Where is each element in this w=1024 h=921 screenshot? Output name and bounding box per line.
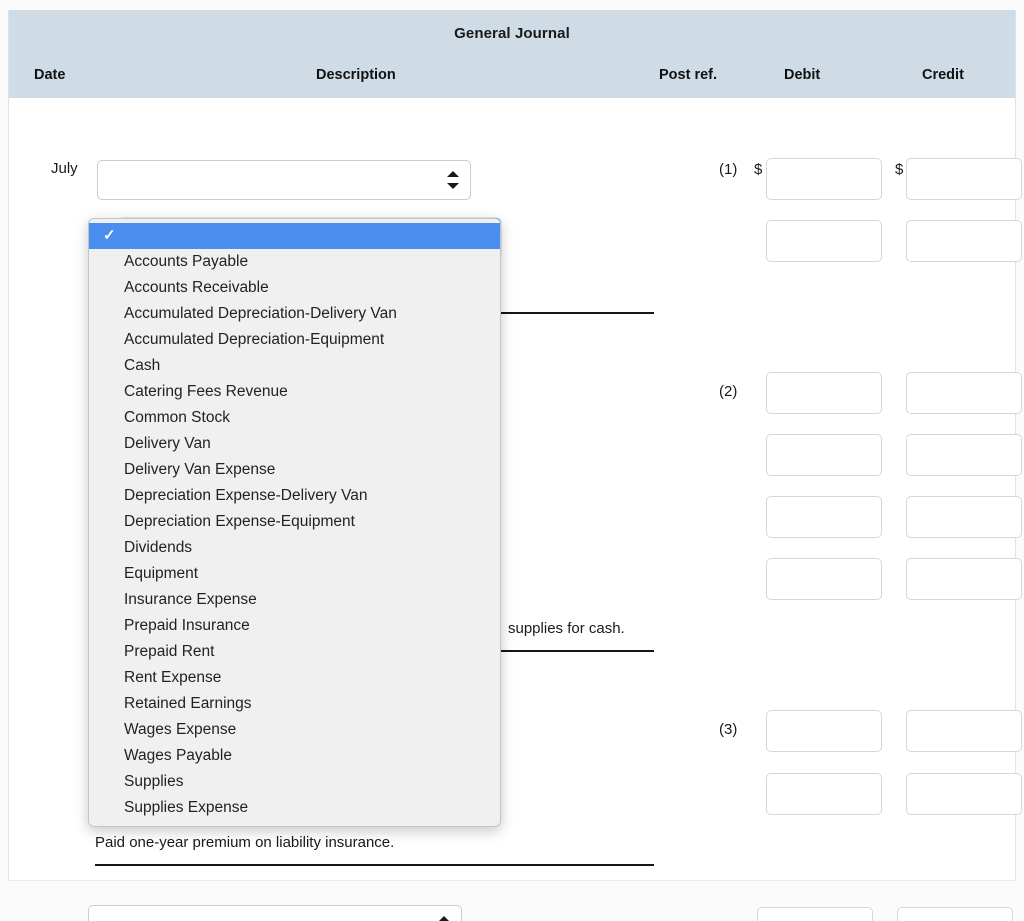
column-header-post-ref: Post ref. (659, 67, 718, 83)
entry-4-debit-input-row-1[interactable] (757, 907, 873, 921)
entry-3-debit-input-row-1[interactable] (766, 710, 882, 752)
dropdown-option[interactable]: Accounts Receivable (89, 275, 500, 301)
entry-1-credit-input-row-2[interactable] (906, 220, 1022, 262)
entry-2-credit-input-row-2[interactable] (906, 434, 1022, 476)
entry-1-debit-input-row-1[interactable] (766, 158, 882, 200)
entry-2-debit-input-row-1[interactable] (766, 372, 882, 414)
column-header-description: Description (316, 67, 396, 83)
dropdown-option[interactable]: Depreciation Expense-Equipment (89, 509, 500, 535)
entry-3-credit-input-row-1[interactable] (906, 710, 1022, 752)
dropdown-option[interactable]: Equipment (89, 561, 500, 587)
entry-2-number: (2) (719, 383, 738, 400)
dropdown-option-label: Delivery Van (124, 435, 211, 452)
dropdown-option-label: Accumulated Depreciation-Equipment (124, 331, 385, 348)
dropdown-option-label: Supplies (124, 773, 184, 790)
dropdown-option[interactable]: Supplies (89, 769, 500, 795)
dropdown-option[interactable]: Accumulated Depreciation-Equipment (89, 327, 500, 353)
entry-1-number: (1) (719, 161, 738, 178)
dropdown-option[interactable]: Depreciation Expense-Delivery Van (89, 483, 500, 509)
dropdown-option-label: Catering Fees Revenue (124, 383, 288, 400)
column-header-debit: Debit (784, 67, 821, 83)
section-divider (8, 880, 1016, 881)
entry-3-number: (3) (719, 721, 738, 738)
dropdown-option[interactable]: Catering Fees Revenue (89, 379, 500, 405)
dropdown-option[interactable]: Wages Payable (89, 743, 500, 769)
entry-2-memo: supplies for cash. (508, 620, 625, 637)
dropdown-option[interactable]: Retained Earnings (89, 691, 500, 717)
dropdown-option-label: Delivery Van Expense (124, 461, 276, 478)
dropdown-option[interactable]: Delivery Van (89, 431, 500, 457)
dropdown-option[interactable]: Delivery Van Expense (89, 457, 500, 483)
dropdown-option[interactable]: Insurance Expense (89, 587, 500, 613)
dropdown-option-label: Rent Expense (124, 669, 222, 686)
entry-2-credit-input-row-4[interactable] (906, 558, 1022, 600)
dropdown-option[interactable]: Accounts Payable (89, 249, 500, 275)
entry-4-account-select-row-1[interactable] (88, 905, 462, 921)
dropdown-option-label: Insurance Expense (124, 591, 257, 608)
entry-2-debit-input-row-3[interactable] (766, 496, 882, 538)
entry-1-debit-currency: $ (754, 161, 763, 178)
dropdown-option-label: Accounts Payable (124, 253, 249, 270)
dropdown-option-label: Wages Payable (124, 747, 232, 764)
dropdown-option-label: Accounts Receivable (124, 279, 269, 296)
dropdown-option[interactable]: Prepaid Rent (89, 639, 500, 665)
entry-1-account-select-row-1[interactable] (97, 160, 471, 200)
entry-3-memo: Paid one-year premium on liability insur… (95, 834, 395, 851)
entry-3-credit-input-row-2[interactable] (906, 773, 1022, 815)
dropdown-option-label: Equipment (124, 565, 199, 582)
general-journal-page: General Journal Date Description Post re… (0, 0, 1024, 921)
entry-1-credit-input-row-1[interactable] (906, 158, 1022, 200)
dropdown-option[interactable]: Dividends (89, 535, 500, 561)
column-header-credit: Credit (922, 67, 964, 83)
entry-2-debit-input-row-2[interactable] (766, 434, 882, 476)
dropdown-option-label: Depreciation Expense-Equipment (124, 513, 355, 530)
dropdown-option-label: Accumulated Depreciation-Delivery Van (124, 305, 397, 322)
entry-2-credit-input-row-3[interactable] (906, 496, 1022, 538)
dropdown-option[interactable]: Common Stock (89, 405, 500, 431)
dropdown-option[interactable]: Prepaid Insurance (89, 613, 500, 639)
dropdown-option-label: Common Stock (124, 409, 230, 426)
entry-2-credit-input-row-1[interactable] (906, 372, 1022, 414)
dropdown-option[interactable]: Cash (89, 353, 500, 379)
entry-3-rule (95, 864, 654, 866)
entry-1-debit-input-row-2[interactable] (766, 220, 882, 262)
dropdown-option-label: Prepaid Insurance (124, 617, 250, 634)
dropdown-option-label: Dividends (124, 539, 193, 556)
dropdown-option[interactable]: Wages Expense (89, 717, 500, 743)
dropdown-option-label: Supplies Expense (124, 799, 249, 816)
dropdown-option-label: Cash (124, 357, 161, 374)
dropdown-option-label: Wages Expense (124, 721, 237, 738)
column-header-date: Date (34, 67, 66, 83)
entry-1-credit-currency: $ (895, 161, 904, 178)
dropdown-option-label: Prepaid Rent (124, 643, 215, 660)
page-title: General Journal (454, 25, 570, 42)
stepper-icon (447, 170, 459, 190)
check-icon: ✓ (103, 227, 116, 244)
journal-header: General Journal Date Description Post re… (9, 10, 1015, 98)
entry-2-debit-input-row-4[interactable] (766, 558, 882, 600)
dropdown-option[interactable]: ✓ (89, 223, 500, 249)
dropdown-option[interactable]: Accumulated Depreciation-Delivery Van (89, 301, 500, 327)
account-dropdown-menu[interactable]: ✓ Accounts Payable Accounts Receivable Accu… (88, 218, 501, 827)
dropdown-option-label: Depreciation Expense-Delivery Van (124, 487, 368, 504)
entry-3-debit-input-row-2[interactable] (766, 773, 882, 815)
entry-1-date: July (51, 160, 78, 177)
dropdown-option[interactable]: Rent Expense (89, 665, 500, 691)
dropdown-option[interactable]: Supplies Expense (89, 795, 500, 821)
stepper-icon (438, 915, 450, 921)
entry-4-credit-input-row-1[interactable] (897, 907, 1013, 921)
dropdown-option-label: Retained Earnings (124, 695, 252, 712)
